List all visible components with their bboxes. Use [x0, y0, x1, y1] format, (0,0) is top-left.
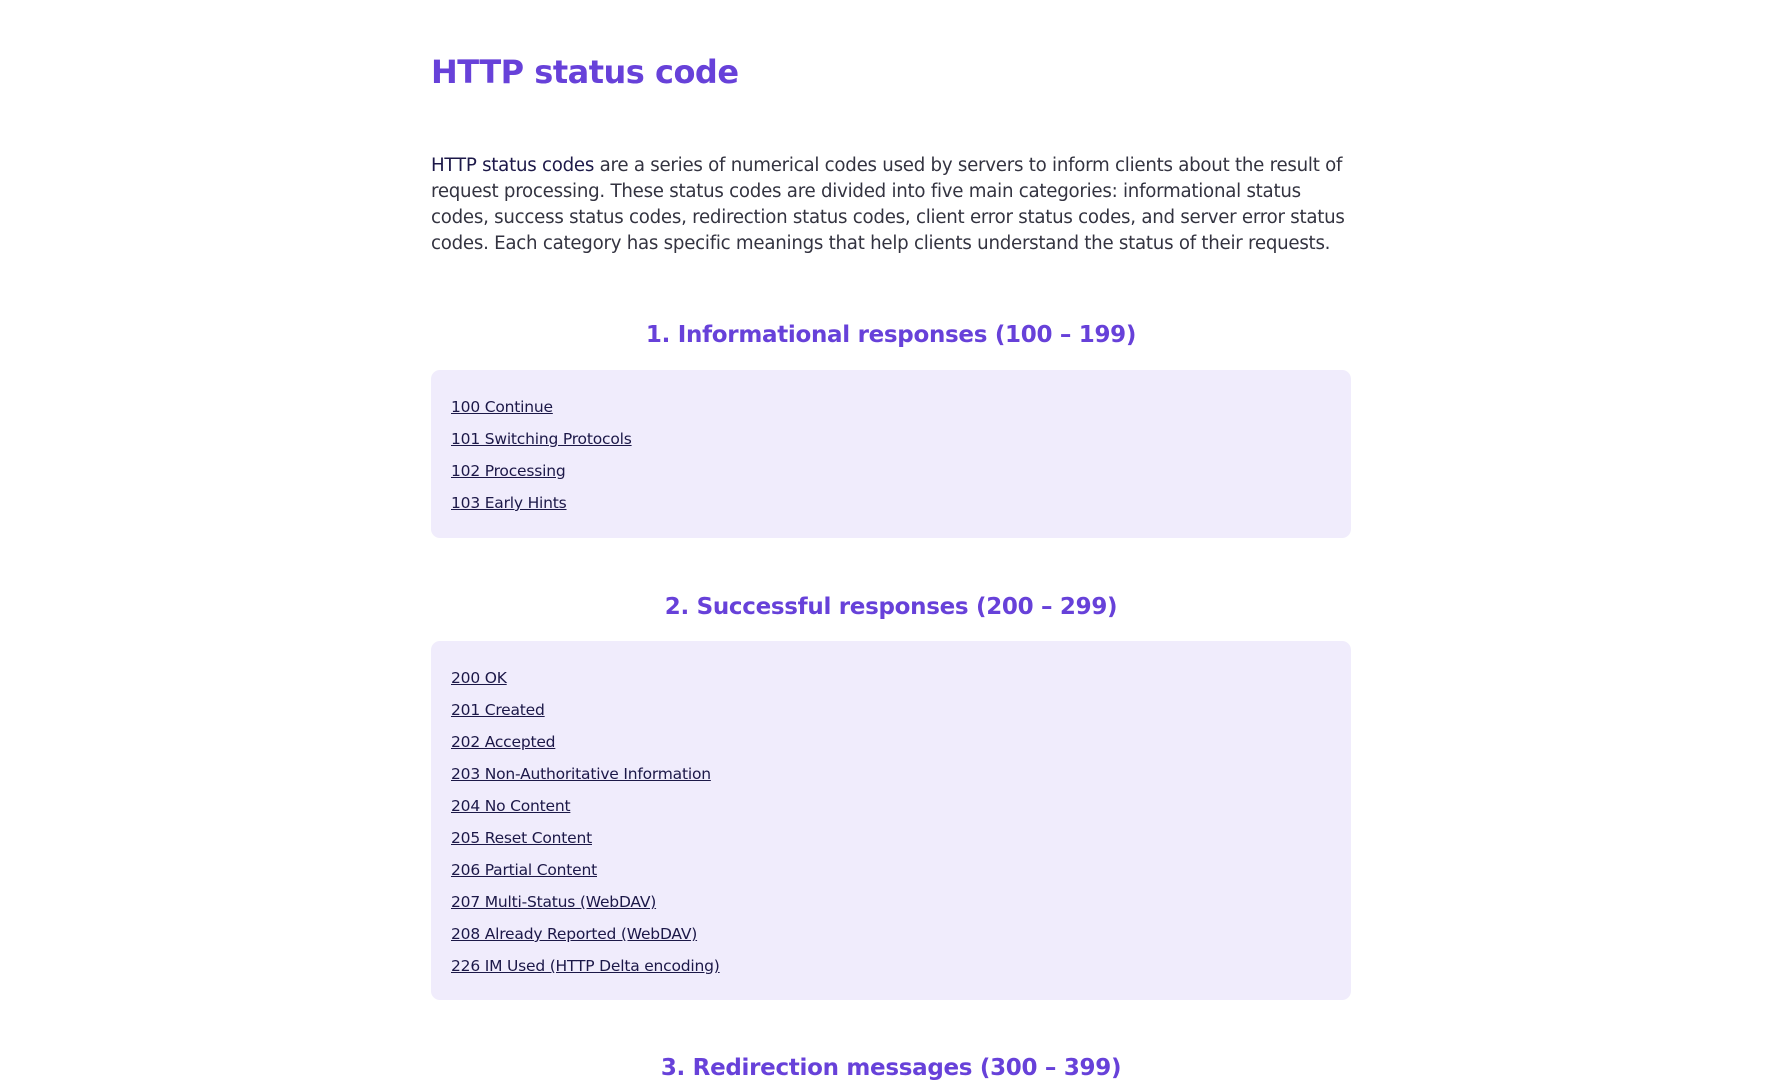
status-code-link[interactable]: 101 Switching Protocols	[451, 425, 1331, 457]
status-code-link[interactable]: 206 Partial Content	[451, 856, 1331, 888]
section-heading-informational: 1. Informational responses (100 – 199)	[645, 322, 1137, 348]
section-heading-redirection: 3. Redirection messages (300 – 399)	[660, 1055, 1122, 1081]
status-code-link[interactable]: 205 Reset Content	[451, 824, 1331, 856]
informational-codes-box: 100 Continue 101 Switching Protocols 102…	[431, 370, 1351, 538]
page-title: HTTP status code	[431, 53, 739, 91]
status-code-link[interactable]: 202 Accepted	[451, 728, 1331, 760]
status-code-link[interactable]: 226 IM Used (HTTP Delta encoding)	[451, 952, 1331, 984]
status-code-link[interactable]: 100 Continue	[451, 393, 1331, 425]
status-code-link[interactable]: 207 Multi-Status (WebDAV)	[451, 888, 1331, 920]
successful-codes-box: 200 OK 201 Created 202 Accepted 203 Non-…	[431, 641, 1351, 1000]
status-code-link[interactable]: 208 Already Reported (WebDAV)	[451, 920, 1331, 952]
section-heading-successful: 2. Successful responses (200 – 299)	[664, 594, 1118, 620]
status-code-link[interactable]: 200 OK	[451, 664, 1331, 696]
intro-paragraph: HTTP status codes are a series of numeri…	[431, 153, 1351, 257]
status-code-link[interactable]: 201 Created	[451, 696, 1331, 728]
status-code-link[interactable]: 102 Processing	[451, 457, 1331, 489]
status-code-link[interactable]: 204 No Content	[451, 792, 1331, 824]
status-code-link[interactable]: 103 Early Hints	[451, 489, 1331, 521]
status-code-link[interactable]: 203 Non-Authoritative Information	[451, 760, 1331, 792]
intro-link[interactable]: HTTP status codes	[431, 155, 594, 176]
